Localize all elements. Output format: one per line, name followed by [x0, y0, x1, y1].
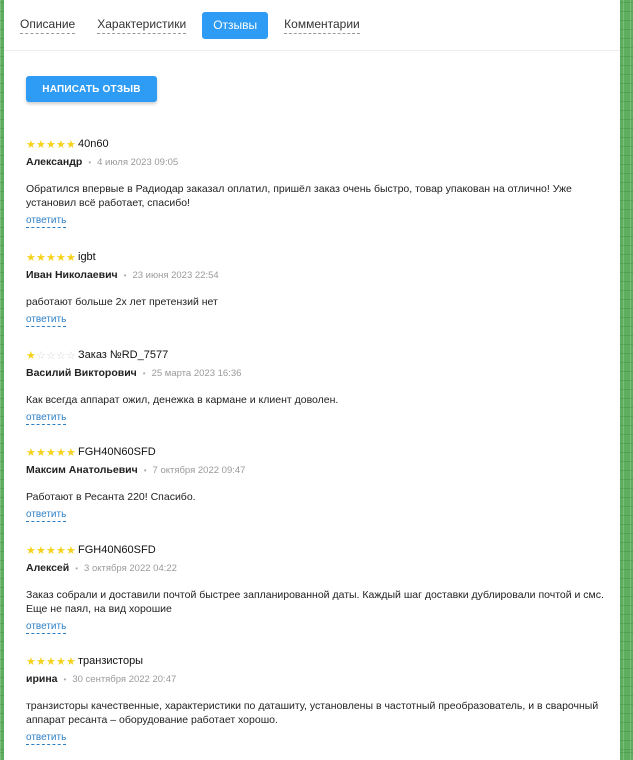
review-date: 4 июля 2023 09:05	[97, 156, 179, 168]
star-filled-icon: ★	[36, 252, 46, 264]
review-title: транзисторы	[78, 655, 144, 667]
separator-dot: •	[142, 368, 146, 378]
review-item: ★☆☆☆☆ Заказ №RD_7577 Василий Викторович …	[26, 347, 338, 425]
review-title: igbt	[78, 251, 96, 263]
review-header: ★★★★★ транзисторы	[26, 653, 606, 669]
star-filled-icon: ★	[46, 252, 56, 264]
review-text: Заказ собрали и доставили почтой быстрее…	[26, 589, 604, 615]
star-filled-icon: ★	[26, 656, 36, 668]
review-date: 30 сентября 2022 20:47	[72, 673, 177, 685]
star-filled-icon: ★	[56, 447, 66, 459]
review-header: ★★★★★ igbt	[26, 249, 219, 265]
review-header: ★★★★★ FGH40N60SFD	[26, 444, 245, 460]
review-date: 25 марта 2023 16:36	[151, 367, 242, 379]
separator-dot: •	[143, 465, 147, 475]
rating-stars: ★★★★★	[26, 443, 76, 461]
review-meta: Максим Анатольевич • 7 октября 2022 09:4…	[26, 462, 245, 478]
star-empty-icon: ☆	[66, 350, 76, 362]
reply-link[interactable]: ответить	[26, 621, 67, 634]
separator-dot: •	[123, 270, 127, 280]
review-author: Александр	[26, 156, 83, 168]
star-filled-icon: ★	[66, 656, 76, 668]
star-empty-icon: ☆	[56, 350, 66, 362]
review-title: FGH40N60SFD	[78, 446, 156, 458]
review-text: Обратился впервые в Радиодар заказал опл…	[26, 183, 572, 209]
star-filled-icon: ★	[36, 447, 46, 459]
review-meta: Александр • 4 июля 2023 09:05	[26, 154, 606, 170]
review-title: FGH40N60SFD	[78, 544, 156, 556]
star-filled-icon: ★	[66, 447, 76, 459]
review-author: Алексей	[26, 562, 70, 574]
star-empty-icon: ☆	[46, 350, 56, 362]
star-filled-icon: ★	[46, 139, 56, 151]
review-item: ★★★★★ 40n60 Александр • 4 июля 2023 09:0…	[26, 136, 606, 228]
reply-link[interactable]: ответить	[26, 732, 67, 745]
separator-dot: •	[88, 157, 92, 167]
reply-link[interactable]: ответить	[26, 215, 67, 228]
reply-link[interactable]: ответить	[26, 509, 67, 522]
review-item: ★★★★★ igbt Иван Николаевич • 23 июня 202…	[26, 249, 219, 327]
review-text: работают больше 2х лет претензий нет	[26, 296, 218, 308]
write-review-button[interactable]: НАПИСАТЬ ОТЗЫВ	[26, 76, 157, 102]
review-meta: ирина • 30 сентября 2022 20:47	[26, 671, 606, 687]
star-filled-icon: ★	[36, 545, 46, 557]
star-filled-icon: ★	[66, 139, 76, 151]
review-header: ★☆☆☆☆ Заказ №RD_7577	[26, 347, 338, 363]
star-filled-icon: ★	[46, 545, 56, 557]
review-item: ★★★★★ FGH40N60SFD Алексей • 3 октября 20…	[26, 542, 606, 634]
tab-specifications[interactable]: Характеристики	[97, 17, 187, 34]
star-empty-icon: ☆	[36, 350, 46, 362]
review-author: ирина	[26, 673, 58, 685]
tab-description[interactable]: Описание	[20, 17, 76, 34]
review-author: Василий Викторович	[26, 367, 137, 379]
review-header: ★★★★★ FGH40N60SFD	[26, 542, 606, 558]
review-title: 40n60	[78, 138, 109, 150]
rating-stars: ★★★★★	[26, 652, 76, 670]
review-author: Максим Анатольевич	[26, 464, 138, 476]
star-filled-icon: ★	[26, 252, 36, 264]
review-text: транзисторы качественные, характеристики…	[26, 700, 599, 726]
star-filled-icon: ★	[46, 447, 56, 459]
review-meta: Алексей • 3 октября 2022 04:22	[26, 560, 606, 576]
review-author: Иван Николаевич	[26, 269, 118, 281]
review-date: 3 октября 2022 04:22	[84, 562, 177, 574]
separator-dot: •	[75, 563, 79, 573]
star-filled-icon: ★	[36, 139, 46, 151]
star-filled-icon: ★	[26, 545, 36, 557]
star-filled-icon: ★	[66, 252, 76, 264]
review-text: Работают в Ресанта 220! Спасибо.	[26, 491, 196, 503]
tab-bar: Описание Характеристики Отзывы Комментар…	[4, 0, 620, 51]
review-date: 7 октября 2022 09:47	[152, 464, 246, 476]
review-meta: Иван Николаевич • 23 июня 2023 22:54	[26, 267, 219, 283]
review-item: ★★★★★ FGH40N60SFD Максим Анатольевич • 7…	[26, 444, 245, 522]
rating-stars: ★★★★★	[26, 248, 76, 266]
rating-stars: ★★★★★	[26, 541, 76, 559]
star-filled-icon: ★	[66, 545, 76, 557]
star-filled-icon: ★	[56, 139, 66, 151]
tab-reviews[interactable]: Отзывы	[202, 11, 269, 39]
review-meta: Василий Викторович • 25 марта 2023 16:36	[26, 365, 338, 381]
review-date: 23 июня 2023 22:54	[132, 269, 219, 281]
reply-link[interactable]: ответить	[26, 314, 67, 327]
tab-comments[interactable]: Комментарии	[284, 17, 360, 34]
star-filled-icon: ★	[56, 252, 66, 264]
review-title: Заказ №RD_7577	[78, 349, 169, 361]
review-header: ★★★★★ 40n60	[26, 136, 606, 152]
star-filled-icon: ★	[46, 656, 56, 668]
review-item: ★★★★★ транзисторы ирина • 30 сентября 20…	[26, 653, 606, 745]
review-text: Как всегда аппарат ожил, денежка в карма…	[26, 394, 339, 406]
star-filled-icon: ★	[56, 545, 66, 557]
rating-stars: ★☆☆☆☆	[26, 346, 76, 364]
product-card: Описание Характеристики Отзывы Комментар…	[4, 0, 620, 760]
reply-link[interactable]: ответить	[26, 412, 67, 425]
star-filled-icon: ★	[26, 447, 36, 459]
separator-dot: •	[63, 674, 67, 684]
rating-stars: ★★★★★	[26, 135, 76, 153]
star-filled-icon: ★	[36, 656, 46, 668]
star-filled-icon: ★	[26, 139, 36, 151]
star-filled-icon: ★	[26, 350, 36, 362]
star-filled-icon: ★	[56, 656, 66, 668]
